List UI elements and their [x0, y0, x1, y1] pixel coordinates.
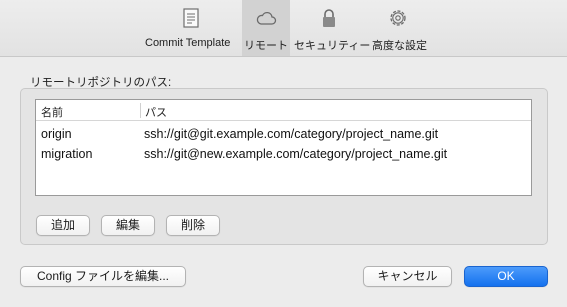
- tab-remote[interactable]: リモート: [242, 0, 290, 56]
- preferences-toolbar: Commit Template リモート セキュリティー 高度な設定: [0, 0, 567, 57]
- column-divider[interactable]: [140, 103, 141, 118]
- tab-commit-template[interactable]: Commit Template: [140, 0, 242, 56]
- tab-label: リモート: [244, 40, 288, 52]
- edit-remote-button[interactable]: 編集: [101, 215, 155, 236]
- column-header-name[interactable]: 名前: [41, 104, 63, 120]
- tab-label: セキュリティー: [294, 40, 371, 52]
- remote-name: migration: [41, 147, 93, 161]
- gear-icon: [390, 10, 406, 26]
- ok-button[interactable]: OK: [464, 266, 548, 287]
- table-row[interactable]: origin ssh://git@git.example.com/categor…: [36, 125, 531, 145]
- add-remote-button[interactable]: 追加: [36, 215, 90, 236]
- remote-path: ssh://git@git.example.com/category/proje…: [144, 127, 439, 141]
- delete-remote-button[interactable]: 削除: [166, 215, 220, 236]
- cancel-button[interactable]: キャンセル: [363, 266, 452, 287]
- cloud-icon: [256, 11, 277, 25]
- lock-icon: [323, 9, 335, 27]
- tab-label: Commit Template: [145, 37, 231, 49]
- remotes-table[interactable]: 名前 パス origin ssh://git@git.example.com/c…: [35, 99, 532, 196]
- table-header: 名前 パス: [36, 100, 531, 121]
- tab-advanced[interactable]: 高度な設定: [367, 0, 429, 56]
- tab-label: 高度な設定: [372, 40, 427, 52]
- remote-path: ssh://git@new.example.com/category/proje…: [144, 147, 448, 161]
- document-icon: [183, 8, 199, 28]
- column-header-path[interactable]: パス: [145, 104, 167, 120]
- tab-security[interactable]: セキュリティー: [292, 0, 370, 56]
- edit-config-file-button[interactable]: Config ファイルを編集...: [20, 266, 186, 287]
- table-row[interactable]: migration ssh://git@new.example.com/cate…: [36, 145, 531, 165]
- remote-name: origin: [41, 127, 72, 141]
